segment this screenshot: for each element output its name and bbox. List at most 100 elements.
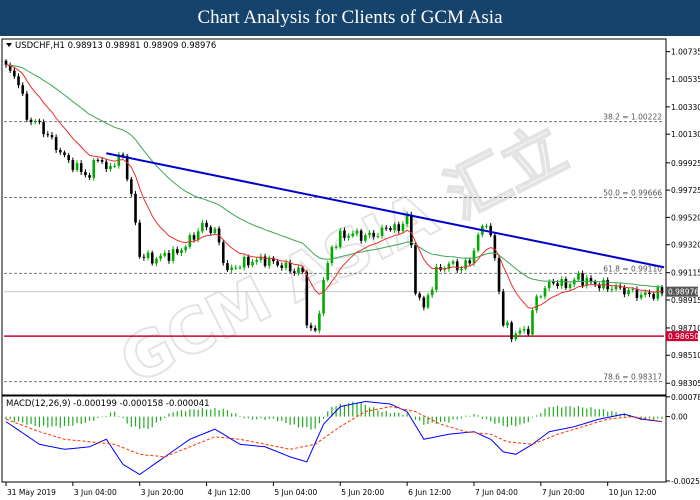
candle-body: [21, 85, 25, 94]
price-tick-label: 0.99520: [671, 213, 700, 222]
candle-body: [4, 60, 8, 65]
candle-body: [318, 313, 321, 331]
candle-body: [109, 165, 112, 170]
candle-body: [451, 261, 455, 264]
candle-body: [389, 228, 392, 231]
candle-body: [50, 134, 54, 138]
candle-body: [397, 224, 401, 232]
candle-body: [380, 227, 384, 236]
candle-body: [652, 294, 655, 299]
candle-body: [284, 262, 288, 268]
candle-body: [464, 260, 467, 269]
candle-body: [234, 267, 238, 269]
candle-body: [163, 253, 167, 256]
price-tick-label: 0.99320: [671, 241, 700, 250]
candle-body: [247, 256, 250, 266]
candle-body: [568, 284, 572, 288]
candle-body: [142, 256, 146, 258]
candle-body: [171, 249, 175, 261]
candle-body: [543, 288, 547, 297]
candle-body: [67, 155, 70, 161]
candle-body: [334, 246, 338, 248]
candle-body: [660, 287, 664, 294]
time-tick-label: 7 Jun 04:00: [475, 488, 518, 497]
candle-body: [46, 134, 50, 136]
candle-body: [180, 250, 183, 254]
candle-body: [33, 120, 37, 123]
banner-title: Chart Analysis for Clients of GCM Asia: [0, 0, 700, 36]
price-panel: [1, 38, 667, 396]
candle-body: [29, 119, 33, 123]
candle-body: [535, 296, 538, 311]
candle-body: [455, 261, 459, 271]
macd-tick-label: 0.00: [671, 413, 688, 422]
macd-tick-label: 0.000785: [671, 393, 700, 402]
candle-body: [251, 261, 254, 266]
candle-body: [54, 137, 58, 151]
candle-body: [134, 193, 137, 223]
candle-body: [221, 242, 225, 264]
candle-body: [514, 333, 518, 340]
candle-body: [476, 234, 480, 251]
candle-body: [155, 258, 158, 264]
candle-body: [88, 175, 91, 178]
candle-body: [25, 93, 29, 120]
time-tick-label: 10 Jun 12:00: [609, 488, 657, 497]
candle-body: [42, 122, 45, 135]
candle-body: [297, 267, 300, 273]
fibonacci-label: 38.2 = 1.00222: [603, 113, 662, 122]
candle-body: [38, 120, 41, 123]
candle-body: [435, 266, 438, 290]
candle-body: [376, 235, 380, 237]
candle-body: [577, 273, 580, 280]
candle-body: [238, 267, 242, 269]
time-tick-label: 5 Jun 20:00: [341, 488, 384, 497]
candle-body: [522, 328, 526, 331]
candle-body: [343, 230, 346, 238]
candle-body: [113, 165, 116, 167]
candle-body: [213, 228, 217, 233]
candle-body: [409, 214, 413, 246]
candle-body: [627, 289, 630, 295]
candle-body: [146, 252, 150, 258]
candle-body: [497, 258, 501, 292]
candle-body: [63, 152, 66, 156]
candle-body: [184, 246, 187, 251]
candle-body: [493, 235, 497, 259]
macd-header: MACD(12,26,9) -0.000199 -0.000158 -0.000…: [6, 399, 210, 409]
candle-body: [460, 268, 463, 271]
candle-body: [564, 279, 568, 288]
candle-body: [401, 224, 405, 232]
candle-body: [552, 281, 555, 284]
candle-body: [17, 76, 20, 86]
candle-body: [359, 230, 363, 241]
candle-body: [347, 236, 350, 238]
candle-body: [209, 227, 213, 233]
candle-body: [322, 279, 325, 314]
candle-body: [610, 289, 614, 291]
candle-body: [422, 297, 426, 308]
candle-body: [75, 163, 79, 170]
candle-body: [192, 235, 196, 240]
price-tick-label: 1.00330: [671, 103, 700, 112]
price-tick-label: 0.99725: [671, 186, 700, 195]
candle-body: [485, 225, 488, 227]
candle-body: [242, 256, 246, 268]
candle-body: [100, 160, 104, 162]
macd-tick-label: -0.002561: [671, 477, 700, 486]
time-tick-label: 3 Jun 04:00: [74, 488, 117, 497]
candle-body: [506, 322, 509, 326]
candle-body: [623, 287, 626, 295]
price-tick-label: 0.99925: [671, 159, 700, 168]
candle-body: [635, 289, 639, 298]
candle-body: [648, 292, 651, 295]
candle-body: [196, 231, 200, 240]
candle-body: [393, 224, 396, 231]
candle-body: [581, 273, 584, 286]
candle-body: [472, 250, 476, 264]
candle-body: [255, 260, 259, 262]
candle-body: [130, 179, 133, 194]
candle-body: [355, 230, 359, 234]
time-tick-label: 31 May 2019: [7, 488, 56, 497]
time-tick-label: 4 Jun 12:00: [208, 488, 251, 497]
